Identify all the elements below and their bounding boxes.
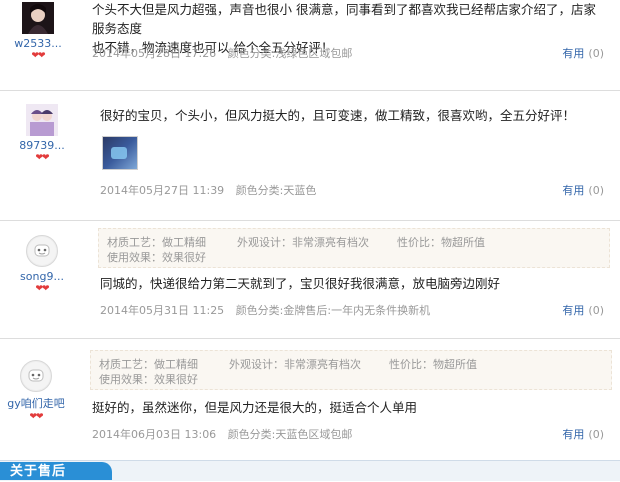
review-divider (0, 220, 620, 221)
default-avatar-icon[interactable] (26, 235, 58, 267)
review-sku: 颜色分类:金牌售后:一年内无条件换新机 (235, 304, 431, 317)
useful-button[interactable]: 有用 (562, 184, 584, 197)
username[interactable]: w2533... (10, 37, 66, 50)
after-sales-section-tab[interactable]: 关于售后 (0, 462, 112, 480)
useful-button[interactable]: 有用 (562, 47, 584, 60)
review-photo-thumbnail[interactable] (102, 136, 138, 170)
review-date: 2014年05月28日 17:26 (92, 47, 217, 60)
review-sku: 颜色分类:天蓝色区域包邮 (227, 428, 353, 441)
review-text-line: 很好的宝贝，个头小，但风力挺大的，且可变速，做工精致，很喜欢哟，全五分好评！ (100, 108, 576, 123)
useful-button[interactable]: 有用 (562, 428, 584, 441)
heart-rank-icon: ❤❤ (35, 153, 49, 163)
review-meta: 2014年05月27日 11:39 颜色分类:天蓝色 (100, 182, 324, 198)
useful-count: (0) (588, 428, 604, 441)
review-date: 2014年05月27日 11:39 (100, 184, 225, 197)
avatar[interactable] (26, 104, 58, 136)
useful-button[interactable]: 有用 (562, 304, 584, 317)
review-tags: 材质工艺：做工精细 外观设计：非常漂亮有档次 性价比：物超所值 使用效果：效果很… (90, 350, 612, 390)
default-avatar-icon[interactable] (20, 360, 52, 392)
heart-rank-icon: ❤❤ (35, 284, 49, 294)
useful-vote: 有用 (0) (562, 302, 604, 318)
review-tag: 外观设计：非常漂亮有档次 (237, 236, 369, 249)
username[interactable]: 89739... (14, 139, 70, 152)
useful-count: (0) (588, 47, 604, 60)
useful-vote: 有用 (0) (562, 45, 604, 61)
useful-vote: 有用 (0) (562, 182, 604, 198)
useful-count: (0) (588, 304, 604, 317)
review-tag: 材质工艺：做工精细 (107, 236, 206, 249)
review-date: 2014年06月03日 13:06 (92, 428, 217, 441)
review-text-line: 同城的，快递很给力第二天就到了，宝贝很好我很满意，放电脑旁边刚好 (100, 276, 501, 291)
reviewer-info: gy咱们走吧 ❤❤ (4, 360, 68, 422)
review-tag: 外观设计：非常漂亮有档次 (229, 358, 361, 371)
review-text: 很好的宝贝，个头小，但风力挺大的，且可变速，做工精致，很喜欢哟，全五分好评！ (100, 106, 610, 125)
review-meta: 2014年06月03日 13:06 颜色分类:天蓝色区域包邮 (92, 426, 360, 442)
review-tag: 性价比：物超所值 (397, 236, 485, 249)
avatar[interactable] (22, 2, 54, 34)
review-tag: 使用效果：效果很好 (99, 373, 198, 386)
review-tags: 材质工艺：做工精细 外观设计：非常漂亮有档次 性价比：物超所值 使用效果：效果很… (98, 228, 610, 268)
username[interactable]: song9... (14, 270, 70, 283)
heart-rank-icon: ❤❤ (31, 51, 45, 61)
review-sku: 颜色分类:天蓝色 (235, 184, 317, 197)
review-tag: 性价比：物超所值 (389, 358, 477, 371)
review-meta: 2014年05月31日 11:25 颜色分类:金牌售后:一年内无条件换新机 (100, 302, 438, 318)
reviewer-info: song9... ❤❤ (14, 235, 70, 294)
review-divider (0, 90, 620, 91)
review-meta: 2014年05月28日 17:26 颜色分类:浅绿色区域包邮 (92, 45, 360, 61)
review-text-line: 挺好的，虽然迷你，但是风力还是很大的，挺适合个人单用 (92, 400, 418, 415)
review-sku: 颜色分类:浅绿色区域包邮 (227, 47, 353, 60)
reviewer-info: 89739... ❤❤ (14, 104, 70, 163)
review-tag: 使用效果：效果很好 (107, 251, 206, 264)
useful-count: (0) (588, 184, 604, 197)
review-text-line: 个头不大但是风力超强，声音也很小 很满意，同事看到了都喜欢我已经帮店家介绍了，店… (92, 2, 596, 36)
reviewer-info: w2533... ❤❤ (10, 2, 66, 61)
review-date: 2014年05月31日 11:25 (100, 304, 225, 317)
review-text: 挺好的，虽然迷你，但是风力还是很大的，挺适合个人单用 (92, 398, 602, 417)
review-divider (0, 338, 620, 339)
review-text: 同城的，快递很给力第二天就到了，宝贝很好我很满意，放电脑旁边刚好 (100, 274, 610, 293)
review-tag: 材质工艺：做工精细 (99, 358, 198, 371)
username[interactable]: gy咱们走吧 (4, 395, 68, 411)
heart-rank-icon: ❤❤ (29, 412, 43, 422)
useful-vote: 有用 (0) (562, 426, 604, 442)
